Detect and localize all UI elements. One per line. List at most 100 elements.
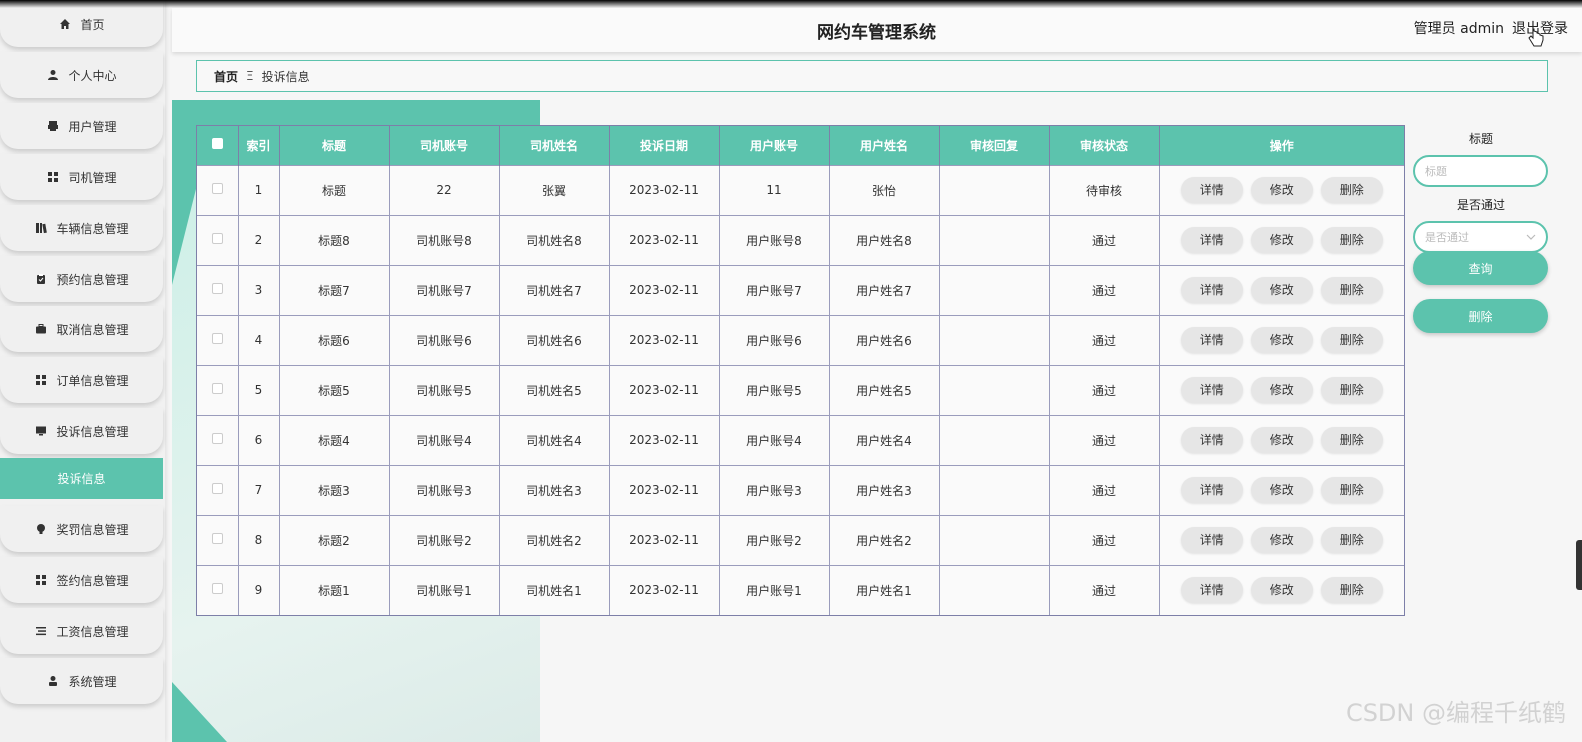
- sidebar-item-7[interactable]: 订单信息管理: [0, 357, 163, 403]
- actions-cell: 详情 修改 删除: [1159, 414, 1404, 465]
- delete-button[interactable]: 删除: [1320, 477, 1383, 503]
- sidebar-item-2[interactable]: 用户管理: [0, 103, 163, 149]
- row-checkbox[interactable]: [211, 533, 223, 544]
- breadcrumb-home[interactable]: 首页: [214, 68, 238, 85]
- edit-button[interactable]: 修改: [1250, 277, 1313, 303]
- row-checkbox[interactable]: [211, 583, 223, 595]
- sidebar-item-label: 订单信息管理: [56, 373, 129, 388]
- detail-button[interactable]: 详情: [1180, 577, 1243, 604]
- detail-button[interactable]: 详情: [1180, 177, 1243, 203]
- sidebar-item-8[interactable]: 投诉信息管理: [0, 408, 163, 454]
- sidebar-item-12[interactable]: 工资信息管理: [0, 608, 163, 654]
- table-cell: 司机姓名8: [499, 214, 610, 265]
- edit-button[interactable]: 修改: [1250, 577, 1313, 604]
- header-right: 管理员 admin 退出登录: [1414, 18, 1568, 38]
- detail-button[interactable]: 详情: [1180, 427, 1243, 453]
- detail-button[interactable]: 详情: [1180, 327, 1243, 353]
- row-checkbox[interactable]: [211, 433, 223, 444]
- sidebar-item-label: 奖罚信息管理: [56, 522, 129, 537]
- table-cell: 用户姓名4: [829, 414, 940, 465]
- pass-filter-label: 是否通过: [1456, 198, 1505, 212]
- batch-delete-button[interactable]: 删除: [1413, 299, 1548, 333]
- table-row: 1 标题 22 张翼 2023-02-11 11 张怡 待审核 详情 修改 删除: [197, 164, 1404, 215]
- row-checkbox[interactable]: [211, 383, 223, 394]
- sidebar-item-label: 车辆信息管理: [56, 221, 129, 236]
- delete-button[interactable]: 删除: [1320, 427, 1383, 453]
- detail-button[interactable]: 详情: [1180, 377, 1243, 403]
- delete-button[interactable]: 删除: [1320, 277, 1383, 303]
- sidebar-item-label: 用户管理: [68, 119, 117, 134]
- query-button[interactable]: 查询: [1413, 251, 1548, 285]
- delete-button[interactable]: 删除: [1320, 327, 1383, 353]
- row-select-cell: [197, 214, 239, 265]
- detail-button[interactable]: 详情: [1180, 527, 1243, 553]
- table-cell: 通过: [1049, 264, 1160, 315]
- table-cell: 用户姓名6: [829, 314, 940, 365]
- sidebar-item-label: 取消信息管理: [56, 322, 129, 337]
- table-row: 6 标题4 司机账号4 司机姓名4 2023-02-11 用户账号4 用户姓名4 通过 详情 修改…: [197, 414, 1404, 465]
- table-cell: 标题7: [279, 264, 390, 315]
- table-cell: 司机账号8: [389, 214, 500, 265]
- table-cell: [939, 414, 1050, 465]
- table-cell: 标题1: [279, 564, 390, 615]
- column-header: 审核状态: [1049, 126, 1160, 165]
- detail-button[interactable]: 详情: [1180, 227, 1243, 253]
- table-cell: 4: [238, 314, 280, 365]
- table-cell: 司机账号1: [389, 564, 500, 615]
- row-checkbox[interactable]: [211, 483, 223, 494]
- sidebar-item-9[interactable]: 投诉信息: [0, 458, 163, 499]
- row-checkbox[interactable]: [211, 283, 223, 294]
- sidebar-item-13[interactable]: 系统管理: [0, 658, 163, 704]
- briefcase-icon: [34, 322, 48, 336]
- sidebar-item-5[interactable]: 预约信息管理: [0, 256, 163, 302]
- sidebar-item-3[interactable]: 司机管理: [0, 154, 163, 200]
- table-cell: 11: [719, 164, 830, 215]
- edit-button[interactable]: 修改: [1250, 377, 1313, 403]
- edit-button[interactable]: 修改: [1250, 327, 1313, 353]
- table-cell: [939, 264, 1050, 315]
- book-icon: [34, 221, 48, 235]
- edit-button[interactable]: 修改: [1250, 227, 1313, 253]
- table-cell: 标题5: [279, 364, 390, 415]
- sidebar-item-10[interactable]: 奖罚信息管理: [0, 506, 163, 552]
- delete-button[interactable]: 删除: [1320, 577, 1383, 604]
- title-search-label: 标题: [1468, 132, 1493, 146]
- edit-button[interactable]: 修改: [1250, 527, 1313, 553]
- table-row: 3 标题7 司机账号7 司机姓名7 2023-02-11 用户账号7 用户姓名7 通过 详情 修改…: [197, 264, 1404, 315]
- column-header: 操作: [1159, 126, 1404, 165]
- table-row: 2 标题8 司机账号8 司机姓名8 2023-02-11 用户账号8 用户姓名8 通过 详情 修改…: [197, 214, 1404, 265]
- home-icon: [58, 17, 72, 31]
- title-search-input[interactable]: [1413, 155, 1548, 187]
- row-select-cell: [197, 464, 239, 515]
- sidebar-item-4[interactable]: 车辆信息管理: [0, 205, 163, 251]
- delete-button[interactable]: 删除: [1320, 527, 1383, 553]
- sidebar-item-6[interactable]: 取消信息管理: [0, 306, 163, 352]
- table-cell: 用户账号8: [719, 214, 830, 265]
- row-select-cell: [197, 364, 239, 415]
- sidebar-item-label: 工资信息管理: [56, 624, 129, 639]
- table-cell: 2023-02-11: [609, 214, 720, 265]
- delete-button[interactable]: 删除: [1320, 227, 1383, 253]
- detail-button[interactable]: 详情: [1180, 477, 1243, 503]
- delete-button[interactable]: 删除: [1320, 177, 1383, 203]
- sidebar-item-label: 投诉信息: [57, 472, 106, 486]
- table-cell: 通过: [1049, 514, 1160, 565]
- row-checkbox[interactable]: [211, 333, 223, 344]
- sidebar-item-11[interactable]: 签约信息管理: [0, 557, 163, 603]
- table-cell: [939, 464, 1050, 515]
- pass-filter-select[interactable]: 是否通过: [1413, 221, 1548, 253]
- scrollbar-thumb[interactable]: [1576, 540, 1582, 590]
- sidebar-item-1[interactable]: 个人中心: [0, 52, 163, 98]
- table-cell: 9: [238, 564, 280, 615]
- edit-button[interactable]: 修改: [1250, 477, 1313, 503]
- row-checkbox[interactable]: [211, 183, 223, 194]
- detail-button[interactable]: 详情: [1180, 277, 1243, 303]
- edit-button[interactable]: 修改: [1250, 427, 1313, 453]
- select-all-checkbox[interactable]: [211, 138, 223, 150]
- row-checkbox[interactable]: [211, 233, 223, 244]
- column-header: 投诉日期: [609, 126, 720, 165]
- table-cell: 3: [238, 264, 280, 315]
- delete-button[interactable]: 删除: [1320, 377, 1383, 403]
- grid-icon: [34, 373, 48, 387]
- edit-button[interactable]: 修改: [1250, 177, 1313, 203]
